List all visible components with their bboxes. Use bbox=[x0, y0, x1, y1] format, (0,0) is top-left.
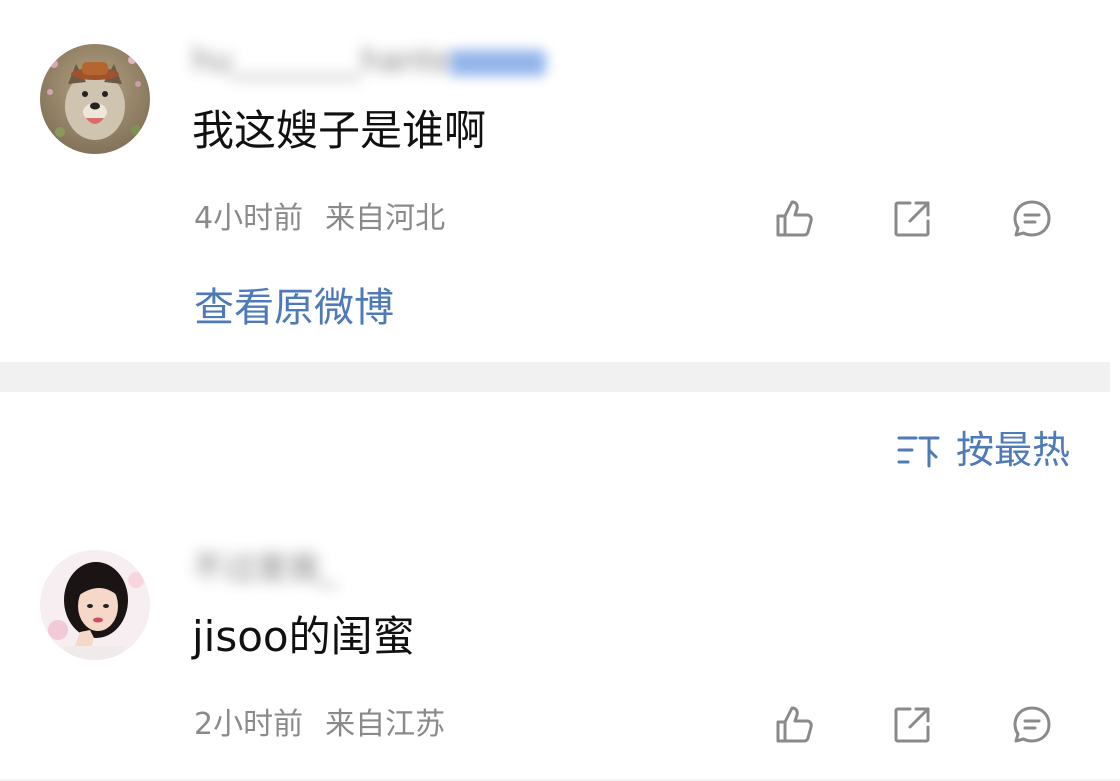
location: 来自江苏 bbox=[325, 707, 446, 742]
comment-meta: 2小时前 来自江苏 bbox=[194, 707, 445, 743]
share-icon[interactable] bbox=[888, 701, 936, 749]
share-icon[interactable] bbox=[888, 195, 936, 243]
view-original-link[interactable]: 查看原微博 bbox=[194, 284, 394, 332]
sort-label: 按最热 bbox=[955, 428, 1070, 472]
timestamp: 4小时前 bbox=[194, 201, 304, 236]
username[interactable]: hu________hante bbox=[192, 40, 453, 80]
sort-button[interactable]: 按最热 bbox=[896, 426, 1070, 474]
comment-text: jisoo的闺蜜 bbox=[192, 612, 415, 661]
comment-icon[interactable] bbox=[1008, 701, 1056, 749]
dog-avatar-image bbox=[40, 44, 150, 154]
thumbs-up-icon[interactable] bbox=[770, 701, 818, 749]
timestamp: 2小时前 bbox=[194, 707, 304, 742]
avatar[interactable] bbox=[40, 44, 150, 154]
sort-icon bbox=[897, 436, 940, 468]
location: 来自河北 bbox=[325, 201, 446, 236]
comment-text: 我这嫂子是谁啊 bbox=[192, 106, 487, 155]
thumbs-up-icon[interactable] bbox=[770, 195, 818, 243]
user-badge bbox=[450, 50, 546, 76]
avatar[interactable] bbox=[40, 550, 150, 660]
woman-avatar-image bbox=[40, 550, 150, 660]
comment-meta: 4小时前 来自河北 bbox=[194, 201, 445, 237]
section-divider bbox=[0, 362, 1110, 392]
comment-icon[interactable] bbox=[1008, 195, 1056, 243]
username[interactable]: 不过是我_ bbox=[192, 548, 336, 588]
